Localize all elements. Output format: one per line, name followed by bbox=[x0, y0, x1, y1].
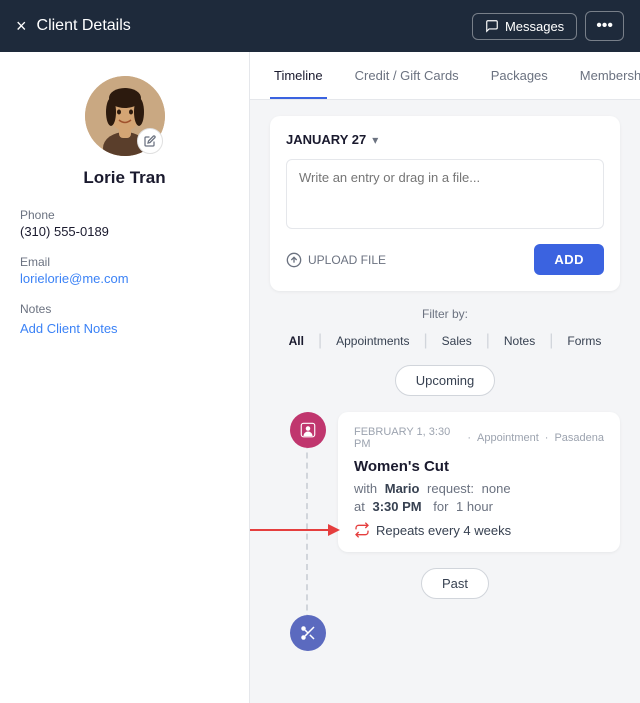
phone-label: Phone bbox=[20, 208, 229, 222]
appt-location: Pasadena bbox=[554, 432, 604, 444]
request-label: request: bbox=[427, 481, 474, 496]
provider-name: Mario bbox=[385, 481, 420, 496]
bottom-timeline-item bbox=[290, 615, 620, 651]
filter-pills: All | Appointments | Sales | Notes | For… bbox=[270, 329, 620, 353]
phone-group: Phone (310) 555-0189 bbox=[20, 208, 229, 239]
filter-section: Filter by: All | Appointments | Sales | … bbox=[270, 307, 620, 353]
timeline-item: FEBRUARY 1, 3:30 PM · Appointment · Pasa… bbox=[290, 412, 620, 552]
edit-profile-button[interactable] bbox=[137, 128, 163, 154]
timeline: FEBRUARY 1, 3:30 PM · Appointment · Pasa… bbox=[270, 412, 620, 651]
time-at-label: at bbox=[354, 499, 365, 514]
tabs-bar: Timeline Credit / Gift Cards Packages Me… bbox=[250, 52, 640, 100]
close-icon[interactable]: × bbox=[16, 16, 27, 37]
header-right: Messages ••• bbox=[472, 11, 624, 41]
time-value: 3:30 PM bbox=[372, 499, 421, 514]
main-layout: Lorie Tran Phone (310) 555-0189 Email lo… bbox=[0, 52, 640, 703]
appt-date: FEBRUARY 1, 3:30 PM bbox=[354, 426, 461, 450]
sidebar: Lorie Tran Phone (310) 555-0189 Email lo… bbox=[0, 52, 250, 703]
past-button[interactable]: Past bbox=[421, 568, 489, 599]
date-label: JANUARY 27 bbox=[286, 132, 366, 147]
more-options-button[interactable]: ••• bbox=[585, 11, 624, 41]
notes-label: Notes bbox=[20, 302, 229, 316]
appt-type: Appointment bbox=[477, 432, 539, 444]
appt-title: Women's Cut bbox=[354, 458, 604, 475]
upload-icon bbox=[286, 252, 302, 268]
scissors-icon bbox=[299, 624, 317, 642]
bottom-timeline-icon bbox=[290, 615, 326, 651]
tab-memberships[interactable]: Memberships bbox=[576, 52, 640, 99]
pencil-icon bbox=[144, 135, 156, 147]
tab-packages[interactable]: Packages bbox=[487, 52, 552, 99]
appointment-card: FEBRUARY 1, 3:30 PM · Appointment · Pasa… bbox=[338, 412, 620, 552]
content-area: Timeline Credit / Gift Cards Packages Me… bbox=[250, 52, 640, 703]
entry-card: JANUARY 27 ▾ UPLOAD FILE ADD bbox=[270, 116, 620, 291]
messages-button[interactable]: Messages bbox=[472, 13, 577, 40]
tab-credit-gift-cards[interactable]: Credit / Gift Cards bbox=[351, 52, 463, 99]
upload-file-button[interactable]: UPLOAD FILE bbox=[286, 252, 386, 268]
with-label: with bbox=[354, 481, 377, 496]
past-wrapper: Past bbox=[290, 568, 620, 599]
header-left: × Client Details bbox=[16, 16, 131, 37]
filter-notes[interactable]: Notes bbox=[490, 329, 549, 353]
add-button[interactable]: ADD bbox=[534, 244, 604, 275]
date-row: JANUARY 27 ▾ bbox=[286, 132, 604, 147]
info-section: Phone (310) 555-0189 Email lorielorie@me… bbox=[20, 208, 229, 338]
header: × Client Details Messages ••• bbox=[0, 0, 640, 52]
filter-appointments[interactable]: Appointments bbox=[322, 329, 423, 353]
entry-footer: UPLOAD FILE ADD bbox=[286, 244, 604, 275]
request-value: none bbox=[482, 481, 511, 496]
repeats-label: Repeats every 4 weeks bbox=[376, 523, 511, 538]
appt-meta: FEBRUARY 1, 3:30 PM · Appointment · Pasa… bbox=[354, 426, 604, 450]
email-group: Email lorielorie@me.com bbox=[20, 255, 229, 286]
add-notes-link[interactable]: Add Client Notes bbox=[20, 321, 118, 336]
appt-time: at 3:30 PM for 1 hour bbox=[354, 499, 604, 514]
tab-timeline[interactable]: Timeline bbox=[270, 52, 327, 99]
email-value: lorielorie@me.com bbox=[20, 271, 229, 286]
upcoming-button[interactable]: Upcoming bbox=[395, 365, 496, 396]
filter-label: Filter by: bbox=[270, 307, 620, 321]
phone-value: (310) 555-0189 bbox=[20, 224, 229, 239]
email-label: Email bbox=[20, 255, 229, 269]
repeats-row: Repeats every 4 weeks bbox=[354, 522, 604, 538]
appointment-icon bbox=[290, 412, 326, 448]
appt-with: with Mario request: none bbox=[354, 481, 604, 496]
arrow-indicator bbox=[250, 520, 344, 540]
avatar-wrapper bbox=[85, 76, 165, 156]
profile-section: Lorie Tran bbox=[20, 76, 229, 188]
message-icon bbox=[485, 19, 499, 33]
timeline-content: JANUARY 27 ▾ UPLOAD FILE ADD bbox=[250, 100, 640, 667]
date-chevron-icon[interactable]: ▾ bbox=[372, 133, 378, 147]
duration-value: 1 hour bbox=[456, 499, 493, 514]
filter-all[interactable]: All bbox=[275, 329, 318, 353]
filter-sales[interactable]: Sales bbox=[428, 329, 486, 353]
notes-section: Notes Add Client Notes bbox=[20, 302, 229, 338]
upcoming-wrapper: Upcoming bbox=[270, 365, 620, 396]
duration-for-label: for bbox=[433, 499, 448, 514]
person-icon bbox=[299, 421, 317, 439]
page-title: Client Details bbox=[37, 17, 131, 35]
entry-textarea[interactable] bbox=[286, 159, 604, 229]
repeat-icon bbox=[354, 522, 370, 538]
filter-forms[interactable]: Forms bbox=[553, 329, 615, 353]
client-name: Lorie Tran bbox=[83, 168, 165, 188]
